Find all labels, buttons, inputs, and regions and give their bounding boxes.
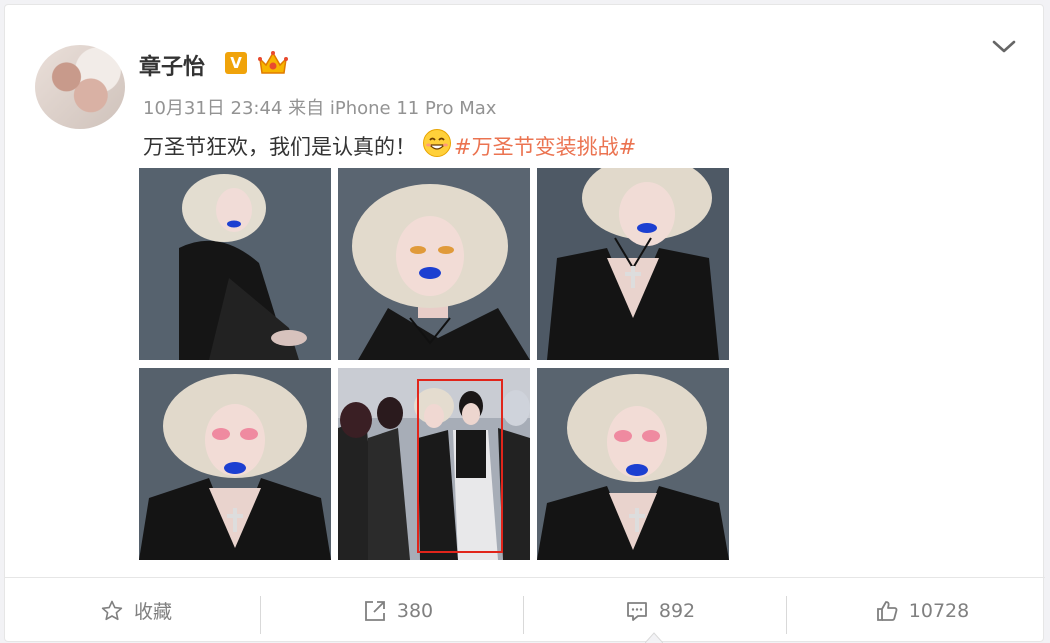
action-separator [786, 596, 787, 634]
chevron-down-icon[interactable] [991, 37, 1017, 57]
star-icon [101, 600, 123, 620]
like-button[interactable]: 10728 [791, 578, 1050, 643]
highlight-box [417, 379, 503, 553]
comment-count: 892 [658, 599, 696, 622]
action-separator [260, 596, 261, 634]
verified-badge-icon[interactable]: V [225, 52, 247, 74]
action-bar: 收藏 380 892 10728 [5, 578, 1045, 643]
photo-6[interactable] [537, 368, 729, 560]
hashtag-link[interactable]: #万圣节变装挑战# [454, 135, 636, 159]
favorite-button[interactable]: 收藏 [5, 578, 267, 643]
timestamp[interactable]: 10月31日 23:44 [143, 98, 282, 119]
post-text: 万圣节狂欢，我们是认真的！ #万圣节变装挑战# [143, 128, 636, 161]
post-source: 来自 iPhone 11 Pro Max [288, 98, 497, 119]
action-separator [523, 596, 524, 634]
photo-3[interactable] [537, 168, 729, 360]
photo-2[interactable] [338, 168, 530, 360]
repost-icon [364, 600, 385, 621]
thumbs-up-icon [876, 600, 898, 621]
photo-4[interactable] [139, 368, 331, 560]
post-meta: 10月31日 23:44 来自 iPhone 11 Pro Max [143, 94, 496, 120]
smile-emoji-icon [423, 129, 451, 157]
username[interactable]: 章子怡 [139, 49, 205, 81]
photo-1[interactable] [139, 168, 331, 360]
favorite-label: 收藏 [133, 601, 172, 623]
avatar[interactable] [35, 45, 125, 129]
weibo-post-card: 章子怡 V 10月31日 23:44 来自 iPhone 11 Pro Max … [4, 4, 1045, 643]
repost-count: 380 [396, 599, 434, 622]
comment-pointer-icon [645, 632, 663, 643]
crown-icon[interactable] [257, 49, 289, 77]
repost-button[interactable]: 380 [267, 578, 529, 643]
comment-icon [626, 601, 647, 621]
post-body: 万圣节狂欢，我们是认真的！ [143, 135, 416, 159]
like-count: 10728 [908, 599, 970, 622]
